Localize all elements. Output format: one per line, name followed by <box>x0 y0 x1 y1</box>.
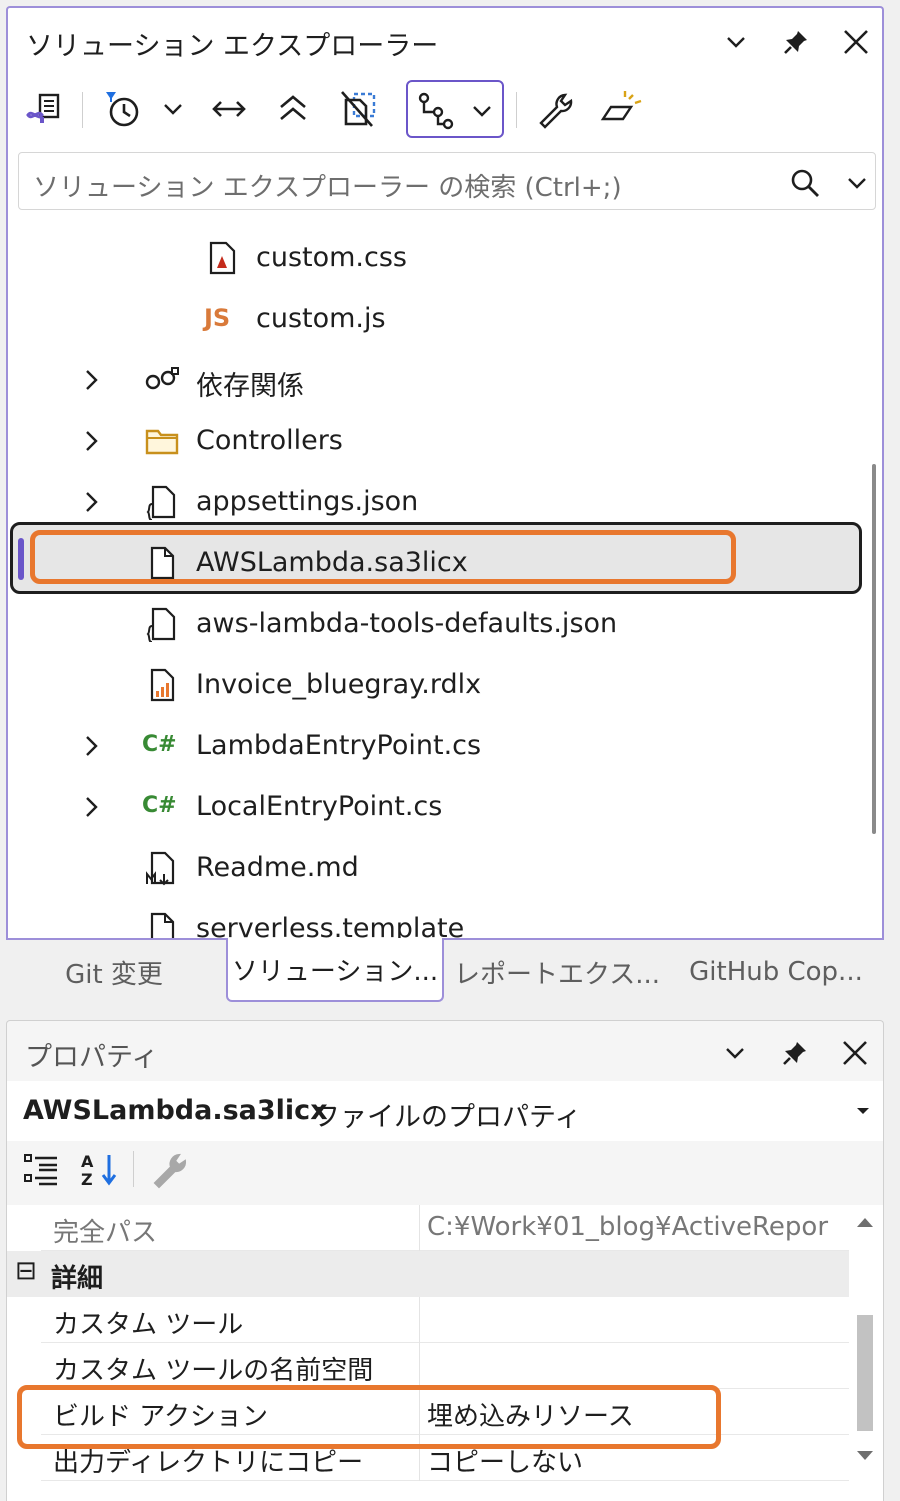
alphabetical-icon[interactable]: AZ <box>79 1149 123 1193</box>
property-row[interactable]: カスタム ツール <box>41 1297 849 1343</box>
tab-git-changes[interactable]: Git 変更 <box>24 944 204 1000</box>
css-file-icon <box>209 241 236 275</box>
solution-explorer-panel: ソリューション エクスプローラー ソリューション エクスプローラー の検索 (C… <box>6 6 884 940</box>
chevron-right-icon[interactable] <box>78 793 106 821</box>
tree-item-label: Invoice_bluegray.rdlx <box>196 669 482 700</box>
tree-view-icon <box>418 92 454 130</box>
tree-item[interactable]: Readme.md <box>8 838 878 898</box>
tree-item[interactable]: custom.css <box>8 228 878 288</box>
category-name: 詳細 <box>51 1264 104 1294</box>
object-name: AWSLambda.sa3licx <box>23 1095 328 1126</box>
category-row[interactable]: ⊟ 詳細 <box>7 1251 849 1297</box>
chevron-down-icon[interactable] <box>714 20 758 64</box>
markdown-file-icon <box>146 851 175 886</box>
property-name: カスタム ツール <box>53 1310 244 1340</box>
tree-item-label: 依存関係 <box>196 371 304 402</box>
solution-explorer-search-input[interactable]: ソリューション エクスプローラー の検索 (Ctrl+;) <box>18 152 876 210</box>
collapse-all-icon[interactable] <box>270 80 316 138</box>
file-icon <box>150 912 175 940</box>
chevron-down-icon[interactable] <box>156 80 190 138</box>
scroll-down-icon[interactable] <box>855 1449 875 1463</box>
chevron-right-icon[interactable] <box>78 488 106 516</box>
pin-icon[interactable] <box>773 1031 817 1075</box>
svg-text:Z: Z <box>81 1170 93 1189</box>
property-grid: 完全パス C:¥Work¥01_blog¥ActiveRepor ⊟ 詳細 カス… <box>7 1205 883 1501</box>
tree-item-label: custom.css <box>256 242 407 273</box>
show-all-files-icon[interactable] <box>334 80 384 138</box>
scrollbar-thumb[interactable] <box>872 464 876 834</box>
property-pages-icon[interactable] <box>149 1149 189 1193</box>
chevron-right-icon[interactable] <box>78 366 106 394</box>
properties-panel: プロパティ AWSLambda.sa3licx ファイルのプロパティ AZ 完全… <box>6 1020 884 1501</box>
close-icon[interactable] <box>833 1031 877 1075</box>
tree-item[interactable]: C# LocalEntryPoint.cs <box>8 777 878 837</box>
chevron-down-icon[interactable] <box>845 171 869 195</box>
tree-item[interactable]: C# LambdaEntryPoint.cs <box>8 716 878 776</box>
tree-item-label: Readme.md <box>196 852 359 883</box>
tree-item-label: custom.js <box>256 303 386 334</box>
svg-text:A: A <box>81 1152 94 1171</box>
csharp-file-icon: C# <box>142 793 177 818</box>
tree-item[interactable]: 依存関係 <box>8 350 878 410</box>
chevron-down-icon <box>473 106 491 117</box>
json-file-icon <box>146 485 176 520</box>
json-file-icon <box>146 607 176 642</box>
object-selector[interactable]: AWSLambda.sa3licx ファイルのプロパティ <box>7 1081 883 1141</box>
tree-item[interactable]: Invoice_bluegray.rdlx <box>8 655 878 715</box>
property-row[interactable]: 完全パス C:¥Work¥01_blog¥ActiveRepor <box>41 1205 849 1251</box>
tree-item-label: LambdaEntryPoint.cs <box>196 730 482 761</box>
property-value: C:¥Work¥01_blog¥ActiveRepor <box>427 1212 829 1242</box>
tree-item-label: serverless.template <box>196 913 465 940</box>
tree-item[interactable]: aws-lambda-tools-defaults.json <box>8 594 878 654</box>
dependencies-icon <box>145 367 179 390</box>
property-name: 完全パス <box>53 1218 158 1248</box>
preview-selected-items-icon[interactable] <box>596 80 646 138</box>
tab-github-copilot[interactable]: GitHub Cop... <box>680 944 872 1000</box>
chevron-right-icon[interactable] <box>78 427 106 455</box>
toggle-view-button[interactable] <box>406 80 504 138</box>
report-file-icon <box>150 668 175 702</box>
highlight-box <box>17 1385 721 1449</box>
tree-item[interactable]: Controllers <box>8 411 878 471</box>
property-row[interactable]: カスタム ツールの名前空間 <box>41 1343 849 1389</box>
tree-item[interactable]: JS custom.js <box>8 289 878 349</box>
chevron-right-icon[interactable] <box>78 732 106 760</box>
tree-item-label: appsettings.json <box>196 486 419 517</box>
tab-solution-explorer[interactable]: ソリューション... <box>226 938 444 1002</box>
folder-icon <box>145 429 179 455</box>
js-file-icon: JS <box>204 304 231 332</box>
tree-item-label: aws-lambda-tools-defaults.json <box>196 608 618 639</box>
tree-item-label: Controllers <box>196 425 343 456</box>
search-icon[interactable] <box>789 167 821 199</box>
object-type: ファイルのプロパティ <box>313 1102 582 1133</box>
tree-item[interactable]: serverless.template <box>8 899 878 940</box>
solution-views-icon[interactable] <box>22 80 66 138</box>
properties-title: プロパティ <box>25 1042 159 1073</box>
sync-with-active-document-icon[interactable] <box>206 80 252 138</box>
dropdown-arrow-icon <box>857 1108 869 1114</box>
tab-strip-border <box>6 938 884 940</box>
collapse-icon[interactable]: ⊟ <box>15 1256 37 1286</box>
property-name: カスタム ツールの名前空間 <box>53 1356 374 1386</box>
pending-changes-filter-icon[interactable] <box>98 80 148 138</box>
wrench-icon[interactable] <box>532 80 578 138</box>
tree-item-label: LocalEntryPoint.cs <box>196 791 443 822</box>
pin-icon[interactable] <box>774 20 818 64</box>
scroll-up-icon[interactable] <box>855 1215 875 1229</box>
categorized-icon[interactable] <box>21 1149 61 1193</box>
highlight-box <box>30 530 736 584</box>
scrollbar-thumb[interactable] <box>857 1315 873 1431</box>
tab-report-explorer[interactable]: レポートエクス... <box>454 944 660 1000</box>
search-placeholder: ソリューション エクスプローラー の検索 (Ctrl+;) <box>33 173 622 203</box>
chevron-down-icon[interactable] <box>713 1031 757 1075</box>
close-icon[interactable] <box>834 20 878 64</box>
csharp-file-icon: C# <box>142 732 177 757</box>
solution-explorer-title: ソリューション エクスプローラー <box>26 31 439 62</box>
